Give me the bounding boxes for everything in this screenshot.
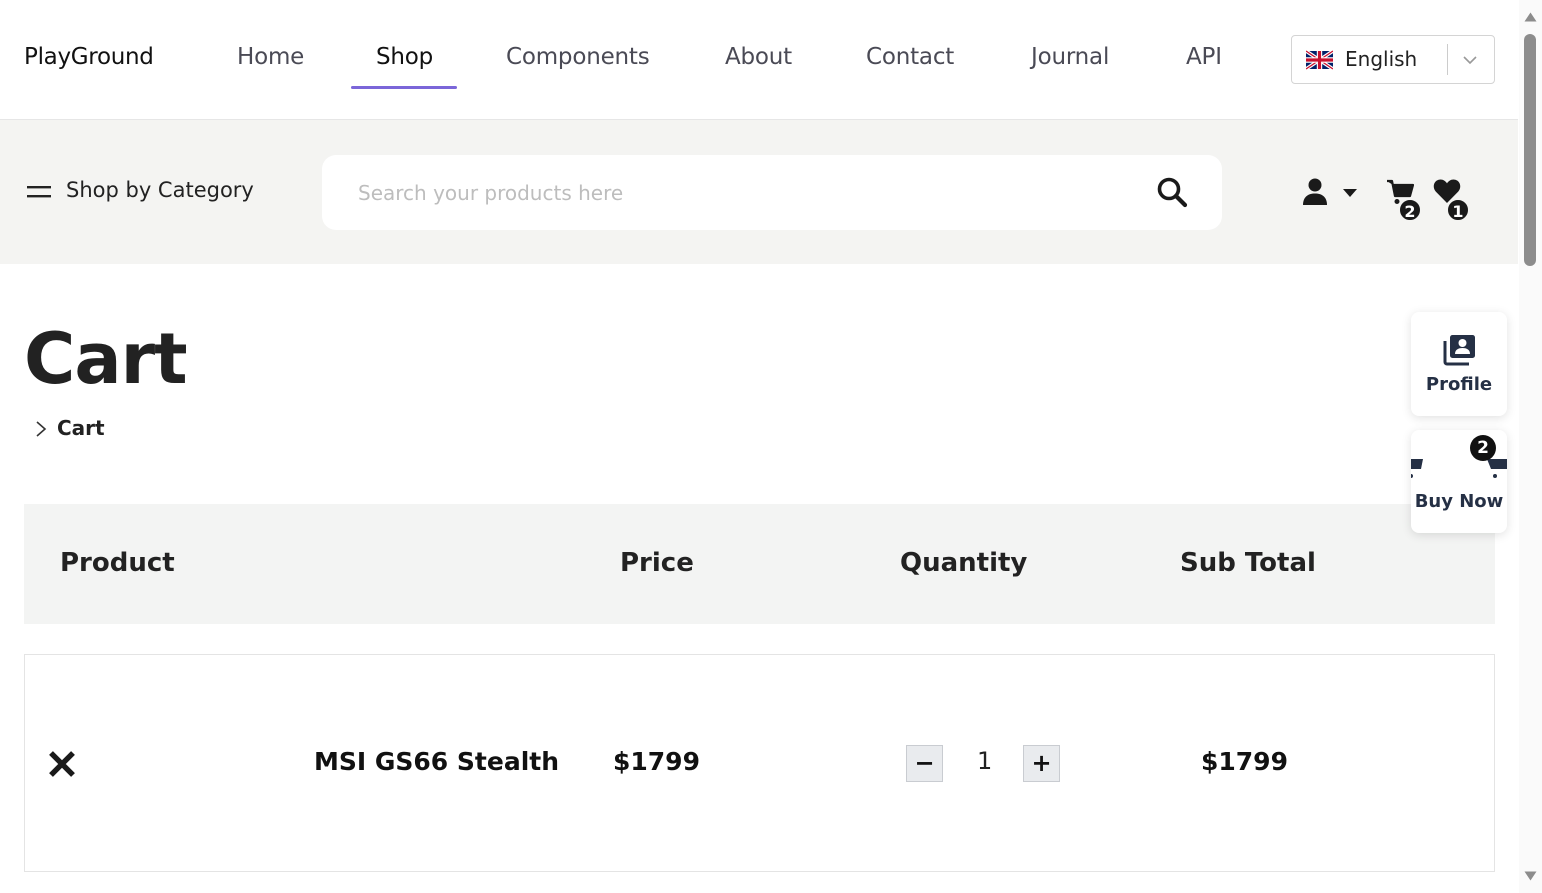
buy-now-count-badge: 2 bbox=[1470, 435, 1496, 461]
cart-table-header: Product Price Quantity Sub Total bbox=[24, 504, 1495, 624]
profile-icon bbox=[1443, 335, 1475, 366]
quantity-value[interactable]: 1 bbox=[977, 747, 992, 775]
language-select[interactable]: English bbox=[1291, 35, 1495, 84]
buy-now-label: Buy Now bbox=[1414, 491, 1504, 512]
product-price: $1799 bbox=[613, 747, 700, 776]
cart-icon bbox=[1411, 459, 1423, 478]
breadcrumb-cart[interactable]: Cart bbox=[57, 416, 105, 440]
search-icon[interactable] bbox=[1156, 176, 1188, 208]
nav-api[interactable]: API bbox=[1186, 44, 1222, 70]
wishlist-count-badge: 1 bbox=[1446, 198, 1470, 222]
caret-down-icon[interactable] bbox=[1342, 188, 1358, 198]
nav-home[interactable]: Home bbox=[237, 44, 304, 70]
nav-components[interactable]: Components bbox=[506, 44, 650, 70]
nav-shop[interactable]: Shop bbox=[376, 44, 433, 70]
header-subtotal: Sub Total bbox=[1180, 548, 1316, 578]
active-nav-indicator bbox=[351, 86, 457, 89]
brand-logo[interactable]: PlayGround bbox=[24, 44, 154, 70]
language-label: English bbox=[1345, 47, 1418, 71]
nav-contact[interactable]: Contact bbox=[866, 44, 954, 70]
vertical-scrollbar[interactable] bbox=[1519, 0, 1542, 893]
remove-item-icon[interactable] bbox=[48, 750, 76, 778]
nav-journal[interactable]: Journal bbox=[1031, 44, 1109, 70]
shop-by-category[interactable]: Shop by Category bbox=[66, 178, 254, 202]
nav-about[interactable]: About bbox=[725, 44, 792, 70]
table-row: MSI GS66 Stealth $1799 − 1 + $1799 bbox=[24, 654, 1495, 872]
chevron-right-icon bbox=[36, 421, 47, 437]
scroll-up-arrow-icon[interactable] bbox=[1524, 12, 1537, 22]
search-band: Shop by Category 2 1 bbox=[0, 120, 1518, 264]
scrollbar-thumb[interactable] bbox=[1524, 34, 1536, 266]
user-icon[interactable] bbox=[1302, 178, 1328, 206]
product-subtotal: $1799 bbox=[1201, 747, 1288, 776]
language-divider bbox=[1447, 44, 1448, 75]
top-navbar: PlayGround Home Shop Components About Co… bbox=[0, 0, 1518, 120]
header-quantity: Quantity bbox=[900, 548, 1028, 578]
floating-buy-now-button[interactable]: 2 Buy Now bbox=[1411, 430, 1507, 533]
product-name[interactable]: MSI GS66 Stealth bbox=[314, 747, 559, 776]
quantity-increment-button[interactable]: + bbox=[1023, 745, 1060, 782]
header-price: Price bbox=[620, 548, 694, 578]
floating-profile-button[interactable]: Profile bbox=[1411, 312, 1507, 416]
search-box bbox=[322, 155, 1222, 230]
quantity-decrement-button[interactable]: − bbox=[906, 745, 943, 782]
hamburger-icon[interactable] bbox=[27, 183, 51, 201]
uk-flag-icon bbox=[1306, 50, 1333, 70]
cart-count-badge: 2 bbox=[1398, 198, 1422, 222]
page-title: Cart bbox=[24, 318, 188, 400]
chevron-down-icon bbox=[1463, 56, 1477, 65]
header-product: Product bbox=[60, 548, 175, 578]
scroll-down-arrow-icon[interactable] bbox=[1524, 871, 1537, 881]
search-input[interactable] bbox=[358, 175, 1118, 211]
profile-label: Profile bbox=[1425, 374, 1493, 395]
